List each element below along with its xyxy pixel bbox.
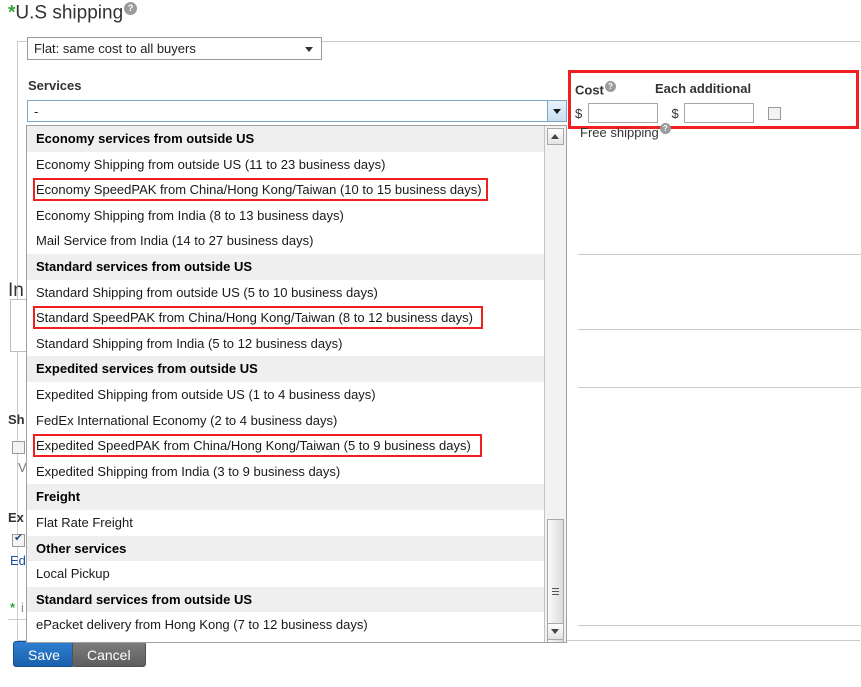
chevron-down-icon: [553, 109, 561, 114]
dropdown-option[interactable]: Local Pickup: [27, 561, 544, 587]
page-title: *U.S shipping?: [8, 2, 137, 24]
scrollbar-grip-icon: [552, 588, 559, 595]
cost-label: Cost?: [575, 81, 616, 97]
ship-to-checkbox[interactable]: [12, 441, 25, 454]
bottom-divider: [8, 619, 28, 620]
option-group-header: Freight: [27, 484, 544, 510]
each-additional-input[interactable]: [684, 103, 754, 123]
dropdown-option[interactable]: Expedited Shipping from outside US (1 to…: [27, 382, 544, 408]
option-group-header: Other services: [27, 536, 544, 562]
dropdown-option[interactable]: Economy SpeedPAK from China/Hong Kong/Ta…: [27, 177, 544, 203]
dropdown-option[interactable]: FedEx International Economy (2 to 4 busi…: [27, 408, 544, 434]
option-group-header: Standard services from outside US: [27, 587, 544, 613]
required-note-asterisk: *: [10, 600, 15, 615]
dropdown-option[interactable]: Standard SpeedPAK from China/Hong Kong/T…: [27, 305, 544, 331]
page-title-text: U.S shipping: [15, 2, 123, 23]
services-combo-value: -: [34, 104, 38, 119]
currency-symbol-each-additional: $: [671, 106, 678, 121]
cancel-button[interactable]: Cancel: [72, 641, 146, 667]
dropdown-option[interactable]: Standard Shipping from India (5 to 12 bu…: [27, 331, 544, 357]
option-group-header: Expedited services from outside US: [27, 356, 544, 382]
chevron-down-icon: [305, 47, 313, 52]
panel-divider-2: [578, 329, 861, 330]
services-label: Services: [28, 78, 82, 93]
shipping-type-select[interactable]: Flat: same cost to all buyers: [27, 37, 322, 60]
cost-label-text: Cost: [575, 82, 604, 97]
dropdown-option[interactable]: Expedited Shipping from India (3 to 9 bu…: [27, 459, 544, 485]
dropdown-scrollbar[interactable]: [544, 126, 566, 642]
help-icon[interactable]: ?: [660, 123, 671, 134]
free-shipping-label: Free shipping: [580, 125, 659, 140]
dropdown-option[interactable]: Mail Service from India (14 to 27 busine…: [27, 228, 544, 254]
panel-divider-1: [578, 254, 861, 255]
exclude-checkbox[interactable]: [12, 534, 25, 547]
ship-to-label: Sh: [8, 412, 28, 427]
scroll-down-arrow-icon[interactable]: [547, 623, 564, 640]
save-button[interactable]: Save: [13, 641, 75, 667]
dropdown-option[interactable]: Expedited SpeedPAK from China/Hong Kong/…: [27, 433, 544, 459]
cost-group-highlight: Cost? Each additional $ $ Free shipping?: [568, 70, 859, 129]
shipping-type-value: Flat: same cost to all buyers: [34, 41, 196, 56]
help-icon[interactable]: ?: [124, 2, 137, 15]
dropdown-option[interactable]: Standard Shipping from outside US (5 to …: [27, 280, 544, 306]
exclude-section-heading: Ex: [8, 510, 28, 525]
services-option-list: Economy services from outside USEconomy …: [27, 126, 544, 642]
help-icon[interactable]: ?: [605, 81, 616, 92]
services-combo-input[interactable]: -: [27, 100, 567, 122]
cost-input[interactable]: [588, 103, 658, 123]
free-shipping-checkbox[interactable]: [768, 107, 781, 120]
option-group-header: Economy services from outside US: [27, 126, 544, 152]
panel-divider-3: [578, 387, 861, 388]
cost-fields-row: $ $ Free shipping?: [575, 103, 856, 140]
panel-divider-4: [578, 625, 861, 626]
each-additional-label: Each additional: [655, 81, 751, 96]
shipping-settings-page: *U.S shipping? In Sh Vi Ex Ed * i Flat: …: [0, 0, 861, 687]
option-group-header: Standard services from outside US: [27, 254, 544, 280]
services-dropdown[interactable]: Economy services from outside USEconomy …: [26, 125, 567, 643]
dropdown-option[interactable]: Flat Rate Freight: [27, 510, 544, 536]
services-combo-toggle[interactable]: [547, 101, 566, 121]
scroll-up-arrow-icon[interactable]: [547, 128, 564, 145]
dropdown-option[interactable]: Economy Shipping from India (8 to 13 bus…: [27, 203, 544, 229]
currency-symbol-cost: $: [575, 106, 582, 121]
dropdown-option[interactable]: Economy Shipping from outside US (11 to …: [27, 152, 544, 178]
dropdown-option[interactable]: ePacket delivery from Hong Kong (7 to 12…: [27, 612, 544, 638]
